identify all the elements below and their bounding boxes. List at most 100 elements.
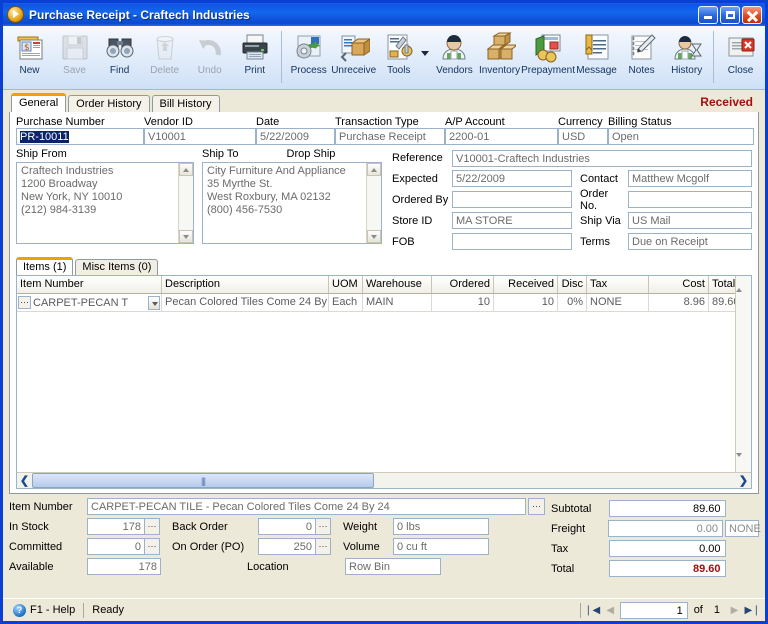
toolbar-new-button[interactable]: $ New (7, 29, 52, 76)
committed-input[interactable]: 0 (87, 538, 145, 555)
ship-from-scrollbar[interactable] (178, 163, 193, 243)
in-stock-input[interactable]: 178 (87, 518, 145, 535)
weight-input[interactable]: 0 lbs (393, 518, 489, 535)
tab-bill-history[interactable]: Bill History (151, 95, 220, 112)
toolbar-unreceive-button[interactable]: Unreceive (331, 29, 376, 76)
back-order-lookup-button[interactable]: ··· (316, 518, 331, 535)
ship-to-scrollbar[interactable] (366, 163, 381, 243)
tab-general[interactable]: General (11, 93, 67, 112)
store-id-input[interactable]: MA STORE (452, 212, 572, 229)
toolbar-undo-button[interactable]: Undo (187, 29, 232, 76)
ship-to-box[interactable]: City Furniture And Appliance 35 Myrthe S… (202, 162, 382, 244)
vendor-id-input[interactable]: V10001 (144, 128, 256, 145)
scroll-down-icon[interactable] (179, 230, 193, 243)
toolbar-save-button[interactable]: Save (52, 29, 97, 76)
billing-status-input[interactable]: Open (608, 128, 754, 145)
toolbar-tools-button[interactable]: Tools (376, 29, 421, 76)
tab-misc-items[interactable]: Misc Items (0) (75, 259, 159, 275)
cell-warehouse[interactable]: MAIN (363, 294, 432, 311)
toolbar-prepayment-button[interactable]: Prepayment (521, 29, 575, 76)
close-button[interactable] (742, 5, 762, 24)
detail-item-number-input[interactable]: CARPET-PECAN TILE - Pecan Colored Tiles … (87, 498, 526, 515)
toolbar-process-button[interactable]: Process (286, 29, 331, 76)
col-ordered[interactable]: Ordered (432, 276, 494, 293)
fob-input[interactable] (452, 233, 572, 250)
col-cost[interactable]: Cost (649, 276, 709, 293)
col-disc[interactable]: Disc (558, 276, 587, 293)
cell-received[interactable]: 10 (494, 294, 558, 311)
tax-value[interactable]: 0.00 (608, 540, 726, 557)
cell-uom[interactable]: Each (329, 294, 363, 311)
scroll-down-icon[interactable] (367, 230, 381, 243)
ap-account-input[interactable]: 2200-01 (445, 128, 558, 145)
cell-ordered[interactable]: 10 (432, 294, 494, 311)
contact-input[interactable]: Matthew Mcgolf (628, 170, 752, 187)
col-warehouse[interactable]: Warehouse (363, 276, 432, 293)
chevron-down-icon[interactable] (148, 295, 160, 310)
page-number-input[interactable]: 1 (619, 601, 688, 619)
freight-tax-code[interactable]: NONE (725, 520, 761, 537)
expected-input[interactable]: 5/22/2009 (452, 170, 572, 187)
grid-hscroll-thumb[interactable]: ||| (32, 473, 374, 488)
toolbar-print-button[interactable]: Print (232, 29, 277, 76)
col-received[interactable]: Received (494, 276, 558, 293)
on-order-po-input[interactable]: 250 (258, 538, 316, 555)
cell-description[interactable]: Pecan Colored Tiles Come 24 By 24 (162, 294, 329, 311)
next-page-icon[interactable]: ▶ (726, 602, 743, 618)
purchase-number-input[interactable]: PR-10011 (16, 128, 144, 145)
toolbar-message-button[interactable]: Message (574, 29, 619, 76)
last-page-icon[interactable]: ▶❘ (744, 602, 761, 618)
cell-cost[interactable]: 8.96 (649, 294, 709, 311)
grid-scroll-down-icon[interactable] (736, 453, 751, 472)
freight-value[interactable]: 0.00 (607, 520, 723, 537)
in-stock-lookup-button[interactable]: ··· (145, 518, 160, 535)
cell-tax[interactable]: NONE (587, 294, 649, 311)
cell-disc[interactable]: 0% (558, 294, 587, 311)
cell-item-number[interactable]: ··· CARPET-PECAN T (17, 294, 162, 311)
transaction-type-input[interactable]: Purchase Receipt (335, 128, 445, 145)
grid-scroll-up-icon[interactable] (736, 276, 751, 292)
prev-page-icon[interactable]: ◀ (602, 602, 619, 618)
subtotal-value[interactable]: 89.60 (608, 500, 726, 517)
cell-total[interactable]: 89.60 (709, 294, 735, 311)
scroll-up-icon[interactable] (367, 163, 381, 176)
terms-input[interactable]: Due on Receipt (628, 233, 752, 250)
back-order-input[interactable]: 0 (258, 518, 316, 535)
minimize-button[interactable] (698, 5, 718, 24)
tools-dropdown-arrow-icon[interactable] (421, 50, 430, 56)
detail-item-lookup-button[interactable]: ··· (528, 498, 545, 515)
item-lookup-button[interactable]: ··· (18, 296, 31, 309)
grid-scroll-left-icon[interactable]: ❮ (17, 474, 32, 488)
date-input[interactable]: 5/22/2009 (256, 128, 335, 145)
on-order-po-lookup-button[interactable]: ··· (316, 538, 331, 555)
col-item-number[interactable]: Item Number (17, 276, 162, 293)
scroll-up-icon[interactable] (179, 163, 193, 176)
grid-horizontal-scrollbar[interactable]: ❮ ||| ❯ (17, 472, 751, 488)
toolbar-vendors-button[interactable]: Vendors (432, 29, 477, 76)
col-description[interactable]: Description (162, 276, 329, 293)
ship-via-input[interactable]: US Mail (628, 212, 752, 229)
ordered-by-input[interactable] (452, 191, 572, 208)
toolbar-delete-button[interactable]: Delete (142, 29, 187, 76)
toolbar-notes-button[interactable]: Notes (619, 29, 664, 76)
tab-order-history[interactable]: Order History (68, 95, 150, 112)
reference-input[interactable]: V10001-Craftech Industries (452, 149, 752, 167)
grid-scroll-right-icon[interactable]: ❯ (736, 474, 751, 488)
ship-from-box[interactable]: Craftech Industries 1200 Broadway New Yo… (16, 162, 194, 244)
toolbar-close-button[interactable]: Close (718, 29, 763, 76)
col-tax[interactable]: Tax (587, 276, 649, 293)
location-input[interactable]: Row Bin (345, 558, 441, 575)
col-uom[interactable]: UOM (329, 276, 363, 293)
grid-vertical-scrollbar[interactable] (735, 276, 751, 472)
toolbar-inventory-button[interactable]: Inventory (477, 29, 522, 76)
help-segment[interactable]: ? F1 - Help (7, 602, 81, 618)
col-total[interactable]: Total (709, 276, 735, 293)
table-row[interactable]: ··· CARPET-PECAN T Pecan Colored Tiles C… (17, 294, 735, 312)
committed-lookup-button[interactable]: ··· (145, 538, 160, 555)
toolbar-history-button[interactable]: History (664, 29, 709, 76)
volume-input[interactable]: 0 cu ft (393, 538, 489, 555)
toolbar-find-button[interactable]: Find (97, 29, 142, 76)
maximize-button[interactable] (720, 5, 740, 24)
first-page-icon[interactable]: ❘◀ (584, 602, 601, 618)
order-no-input[interactable] (628, 191, 752, 208)
